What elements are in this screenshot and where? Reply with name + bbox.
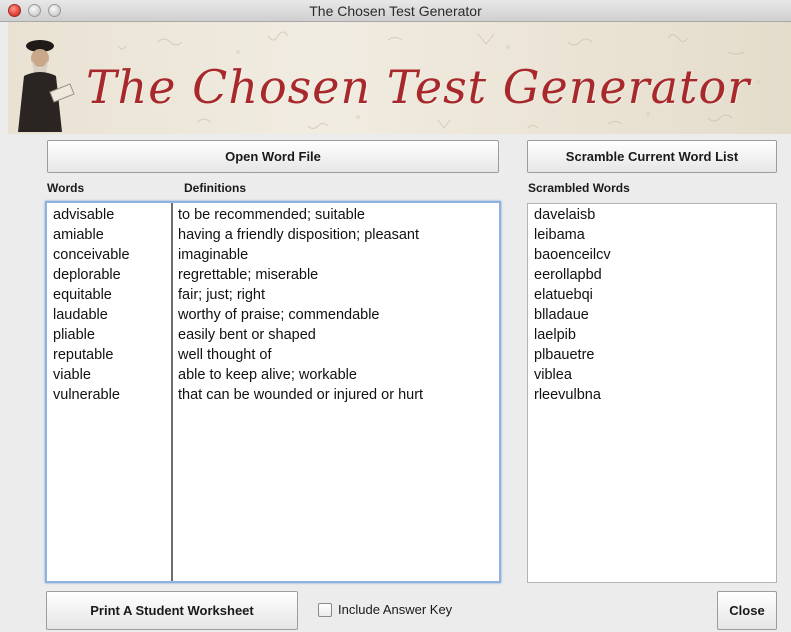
column-divider[interactable]	[171, 203, 173, 581]
scramble-word-list-button[interactable]: Scramble Current Word List	[527, 140, 777, 173]
definition-item[interactable]: well thought of	[178, 345, 272, 365]
title-bar[interactable]: The Chosen Test Generator	[0, 0, 791, 22]
word-item[interactable]: reputable	[53, 345, 113, 365]
word-item[interactable]: viable	[53, 365, 91, 385]
definition-item[interactable]: able to keep alive; workable	[178, 365, 357, 385]
definitions-column-header: Definitions	[184, 181, 246, 195]
scrambled-word-item[interactable]: plbauetre	[534, 345, 594, 365]
scrambled-word-item[interactable]: blladaue	[534, 305, 589, 325]
banner-title: The Chosen Test Generator	[86, 60, 751, 114]
scrambled-word-item[interactable]: laelpib	[534, 325, 576, 345]
scrambled-word-item[interactable]: leibama	[534, 225, 585, 245]
definition-item[interactable]: easily bent or shaped	[178, 325, 316, 345]
definition-item[interactable]: that can be wounded or injured or hurt	[178, 385, 423, 405]
open-word-file-button[interactable]: Open Word File	[47, 140, 499, 173]
include-answer-key-label: Include Answer Key	[338, 602, 453, 617]
definition-item[interactable]: imaginable	[178, 245, 248, 265]
scrambled-word-item[interactable]: davelaisb	[534, 205, 595, 225]
word-item[interactable]: advisable	[53, 205, 114, 225]
scrambled-words-list[interactable]: davelaisb leibama baoenceilcv eerollapbd ela…	[527, 203, 777, 583]
scrambled-word-item[interactable]: viblea	[534, 365, 572, 385]
scrambled-word-item[interactable]: baoenceilcv	[534, 245, 611, 265]
window-title: The Chosen Test Generator	[309, 3, 482, 19]
words-column-header: Words	[47, 181, 85, 195]
definition-item[interactable]: having a friendly disposition; pleasant	[178, 225, 419, 245]
word-item[interactable]: equitable	[53, 285, 112, 305]
word-item[interactable]: amiable	[53, 225, 104, 245]
word-item[interactable]: vulnerable	[53, 385, 120, 405]
word-item[interactable]: conceivable	[53, 245, 130, 265]
print-student-worksheet-button[interactable]: Print A Student Worksheet	[46, 591, 298, 630]
word-item[interactable]: pliable	[53, 325, 95, 345]
definition-item[interactable]: to be recommended; suitable	[178, 205, 365, 225]
scrambled-word-item[interactable]: rleevulbna	[534, 385, 601, 405]
app-window: The Chosen Test Generator The Chosen Tes…	[0, 0, 791, 632]
definition-item[interactable]: regrettable; miserable	[178, 265, 318, 285]
scrambled-word-item[interactable]: elatuebqi	[534, 285, 593, 305]
definition-item[interactable]: worthy of praise; commendable	[178, 305, 380, 325]
scrambled-words-column-header: Scrambled Words	[528, 181, 630, 195]
definition-item[interactable]: fair; just; right	[178, 285, 265, 305]
scholar-figure-icon	[18, 40, 75, 132]
banner-image: The Chosen Test Generator	[8, 22, 791, 134]
close-button[interactable]: Close	[717, 591, 777, 630]
include-answer-key-option[interactable]: Include Answer Key	[318, 602, 452, 617]
word-item[interactable]: deplorable	[53, 265, 121, 285]
scrambled-word-item[interactable]: eerollapbd	[534, 265, 602, 285]
word-item[interactable]: laudable	[53, 305, 108, 325]
include-answer-key-checkbox[interactable]	[318, 602, 332, 617]
word-definition-list[interactable]: advisable to be recommended; suitable amia…	[45, 201, 501, 583]
